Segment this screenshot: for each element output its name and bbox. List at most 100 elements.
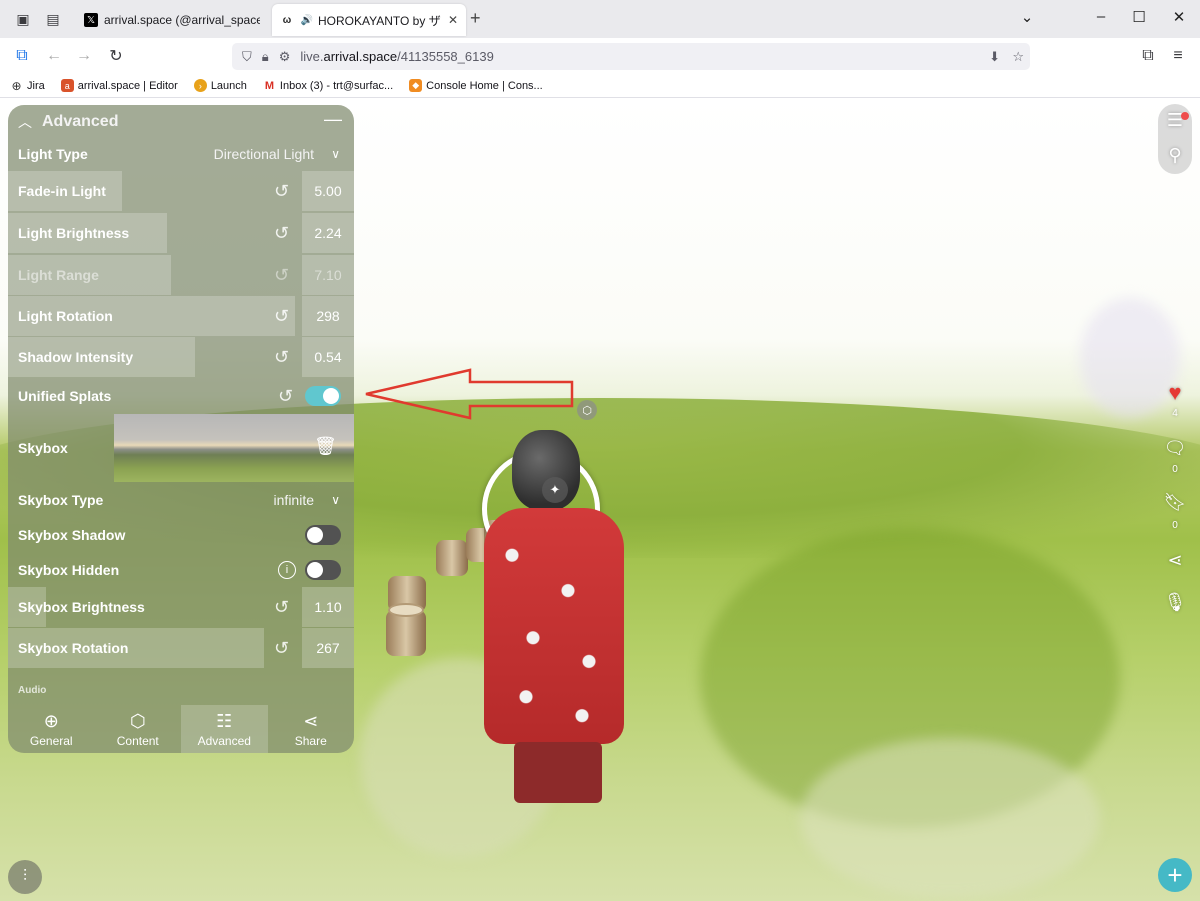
- light-type-select[interactable]: Light Type Directional Light ∨: [8, 139, 354, 169]
- collapse-chevron-icon[interactable]: ︿: [18, 112, 34, 132]
- bookmarks-bar: ⊕ Jira a arrival.space | Editor › Launch MI…: [0, 74, 1200, 98]
- slider-value[interactable]: 2.24: [302, 213, 354, 253]
- tab-general[interactable]: ⊕ General: [8, 705, 95, 753]
- slider-label: Light Range: [18, 267, 99, 283]
- reset-icon[interactable]: ↺: [274, 638, 289, 659]
- tab-title: HOROKAYANTO by ザンビ: [318, 13, 442, 28]
- tab-overview-icon[interactable]: ▤: [38, 6, 68, 32]
- aws-cube-icon: ◆: [409, 79, 423, 92]
- extensions-icon[interactable]: ⧉: [1136, 45, 1160, 67]
- bookmark-arrival-editor[interactable]: a arrival.space | Editor: [60, 79, 178, 92]
- bookmark-launch[interactable]: › Launch: [193, 79, 247, 92]
- reset-icon[interactable]: ↺: [274, 306, 289, 327]
- info-icon[interactable]: i: [278, 561, 296, 579]
- bookmark-icon[interactable]: 🔖︎: [1158, 492, 1192, 513]
- bookmark-jira[interactable]: ⊕ Jira: [10, 79, 45, 93]
- minimize-panel-icon[interactable]: —: [324, 109, 342, 130]
- slider-value[interactable]: 298: [302, 296, 354, 336]
- tab-label: Content: [116, 733, 159, 748]
- search-icon[interactable]: ⚲: [1158, 145, 1192, 166]
- slider-value[interactable]: 267: [302, 628, 354, 668]
- heart-icon[interactable]: ♥: [1158, 380, 1192, 406]
- reset-icon[interactable]: ↺: [274, 181, 289, 202]
- reset-icon[interactable]: ↺: [278, 386, 293, 407]
- skybox-shadow-label: Skybox Shadow: [18, 527, 126, 543]
- tab-title: arrival.space (@arrival_space_) /: [104, 13, 260, 27]
- bookmark-count: 0: [1172, 520, 1178, 531]
- toggle-knob: [323, 388, 339, 404]
- url-prefix: live.: [300, 49, 324, 64]
- cube-marker-icon[interactable]: ⬡: [577, 400, 597, 420]
- add-content-button[interactable]: +: [1158, 858, 1192, 892]
- light-brightness-slider[interactable]: Light Brightness ↺ 2.24: [8, 213, 354, 253]
- skybox-brightness-slider[interactable]: Skybox Brightness ↺ 1.10: [8, 587, 354, 627]
- slider-label: Fade-in Light: [18, 183, 106, 199]
- shadow-intensity-slider[interactable]: Shadow Intensity ↺ 0.54: [8, 337, 354, 377]
- like-count: 4: [1172, 408, 1178, 419]
- tab-horokayanto[interactable]: ω 🔊 HOROKAYANTO by ザンビ ✕: [272, 4, 466, 36]
- trash-icon[interactable]: 🗑︎: [314, 436, 337, 457]
- panel-title: Advanced: [42, 113, 119, 130]
- chevron-down-icon: ∨: [331, 147, 340, 161]
- list-tabs-icon[interactable]: ⌄: [1012, 8, 1042, 26]
- minimize-window-button[interactable]: –: [1086, 8, 1116, 25]
- close-tab-icon[interactable]: ✕: [448, 13, 458, 27]
- cube-plus-icon: ⬡: [129, 710, 146, 731]
- panel-header[interactable]: ︿ Advanced —: [8, 105, 354, 139]
- tab-arrival-x[interactable]: 𝕏 arrival.space (@arrival_space_) /: [76, 4, 268, 36]
- back-button[interactable]: ←: [42, 45, 66, 67]
- close-window-button[interactable]: ✕: [1164, 8, 1194, 26]
- fade-in-light-slider[interactable]: Fade-in Light ↺ 5.00: [8, 171, 354, 211]
- address-bar[interactable]: ⛉ 🔒︎ ⚙ live. arrival.space/41135558_6139 …: [232, 43, 1030, 70]
- x-logo-icon: 𝕏: [84, 13, 98, 27]
- slider-value[interactable]: 5.00: [302, 171, 354, 211]
- gmail-icon: M: [264, 79, 274, 92]
- voice-wave-icon[interactable]: ⫶: [8, 860, 42, 894]
- reset-icon[interactable]: ↺: [274, 223, 289, 244]
- bookmark-label: Jira: [27, 79, 45, 92]
- permissions-icon[interactable]: ⚙: [279, 49, 291, 65]
- toggle-knob: [307, 562, 323, 578]
- skybox-shadow-toggle[interactable]: [305, 525, 341, 545]
- tab-groups-icon[interactable]: ⧉: [10, 45, 34, 67]
- unified-splats-toggle[interactable]: [305, 386, 341, 406]
- toggle-knob: [307, 527, 323, 543]
- bookmark-console[interactable]: ◆ Console Home | Cons...: [409, 79, 543, 92]
- tab-advanced[interactable]: ☷ Advanced: [181, 705, 268, 753]
- bookmark-label: Launch: [210, 79, 247, 92]
- annotation-arrow: [365, 368, 574, 420]
- menu-icon[interactable]: ≡: [1166, 45, 1190, 67]
- comment-icon[interactable]: 🗨︎: [1158, 438, 1192, 459]
- slider-value[interactable]: 0.54: [302, 337, 354, 377]
- share-icon[interactable]: ⋖: [1158, 550, 1192, 571]
- unified-splats-row: Unified Splats ↺: [8, 379, 354, 413]
- reload-button[interactable]: ↻: [104, 45, 128, 67]
- slider-label: Light Rotation: [18, 308, 113, 324]
- notification-dot: [1181, 112, 1189, 120]
- sparkle-marker-icon[interactable]: ✦: [542, 477, 568, 503]
- new-tab-button[interactable]: +: [470, 8, 481, 29]
- forward-button[interactable]: →: [72, 45, 96, 67]
- shield-icon[interactable]: ⛉: [242, 49, 252, 65]
- mic-off-icon[interactable]: 🎙︎: [1158, 592, 1192, 613]
- reset-icon[interactable]: ↺: [274, 347, 289, 368]
- light-rotation-slider[interactable]: Light Rotation ↺ 298: [8, 296, 354, 336]
- url-host: arrival.space: [323, 49, 398, 64]
- tab-share[interactable]: ⋖ Share: [268, 705, 355, 753]
- tab-content[interactable]: ⬡ Content: [95, 705, 182, 753]
- sidebar-toggle-icon[interactable]: ▣: [8, 6, 38, 32]
- save-page-icon[interactable]: ⬇: [989, 49, 1000, 65]
- slider-value[interactable]: 1.10: [302, 587, 354, 627]
- lock-icon[interactable]: 🔒︎: [262, 49, 269, 65]
- maximize-window-button[interactable]: ☐: [1124, 8, 1154, 26]
- reset-icon[interactable]: ↺: [274, 597, 289, 618]
- skybox-type-select[interactable]: Skybox Type infinite ∨: [8, 485, 354, 515]
- skybox-hidden-label: Skybox Hidden: [18, 562, 120, 578]
- bookmark-star-icon[interactable]: ☆: [1012, 49, 1024, 65]
- reset-icon: ↺: [274, 264, 290, 285]
- bookmark-inbox[interactable]: M Inbox (3) - trt@surfac...: [263, 79, 393, 92]
- slider-label: Light Brightness: [18, 225, 130, 241]
- skybox-hidden-toggle[interactable]: [305, 560, 341, 580]
- speaker-icon[interactable]: 🔊: [300, 13, 314, 27]
- skybox-rotation-slider[interactable]: Skybox Rotation ↺ 267: [8, 628, 354, 668]
